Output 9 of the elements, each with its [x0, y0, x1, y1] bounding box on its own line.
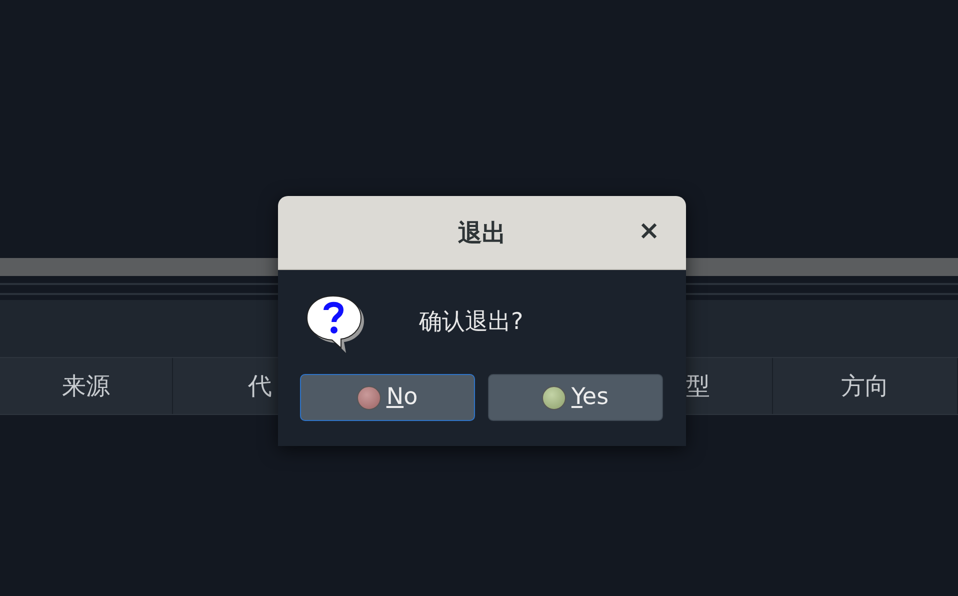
- dialog-message: 确认退出?: [419, 308, 524, 337]
- dialog-button[interactable]: No: [300, 374, 475, 421]
- close-button[interactable]: ×: [636, 216, 662, 246]
- column-header: 方向: [841, 371, 889, 402]
- column-header: 来源: [62, 371, 110, 402]
- column-header: 代: [248, 371, 272, 402]
- dialog-title: 退出: [458, 218, 506, 248]
- column-header: 型: [686, 371, 710, 402]
- dialog-button[interactable]: Yes: [488, 374, 663, 421]
